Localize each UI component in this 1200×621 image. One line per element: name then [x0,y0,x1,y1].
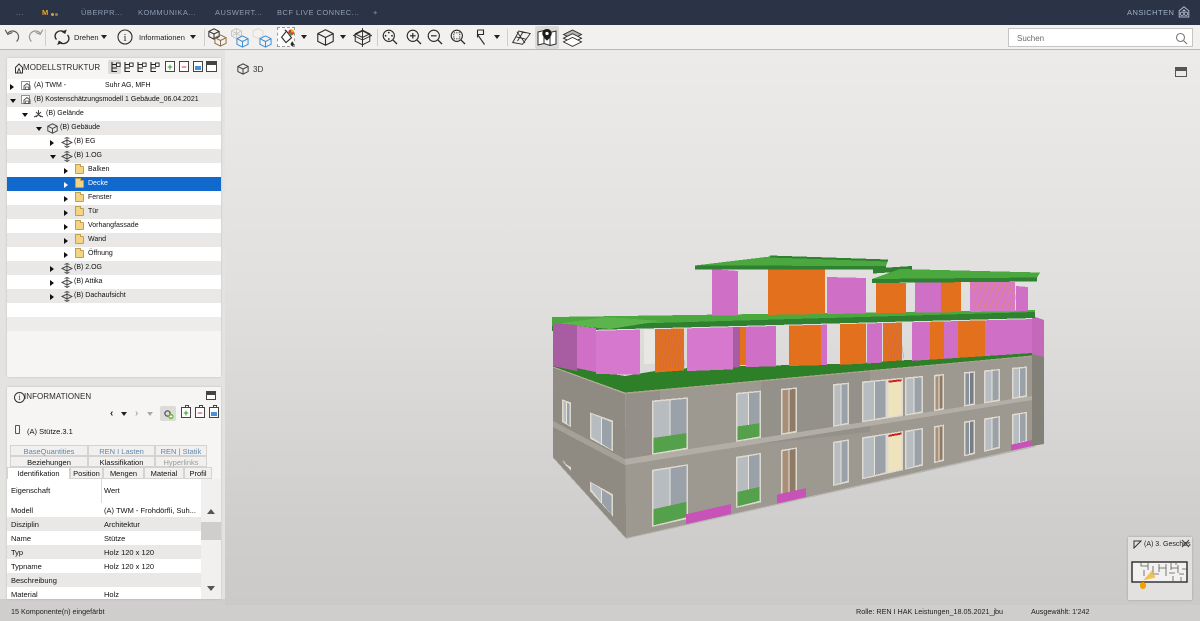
svg-text:i: i [123,32,126,44]
